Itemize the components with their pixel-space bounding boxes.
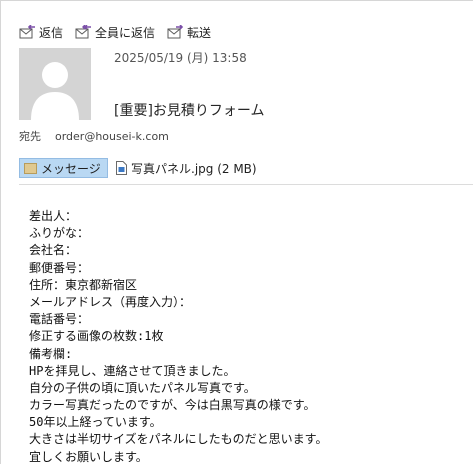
body-line: 差出人： <box>29 209 78 223</box>
reply-button[interactable]: 返信 <box>19 24 63 41</box>
reply-icon <box>19 25 35 39</box>
body-line: 郵便番号： <box>29 260 90 275</box>
reply-all-button[interactable]: 全員に返信 <box>75 24 155 41</box>
body-line: カラー写真だったのですが、今は白黒写真の様です。 <box>29 398 316 413</box>
message-subject: [重要]お見積りフォーム <box>114 103 265 119</box>
forward-icon <box>167 25 184 39</box>
body-line: HPを拝見し、連絡させて頂きました。 <box>29 363 236 378</box>
body-line: 備考欄: <box>29 346 73 361</box>
attachment-file[interactable]: 写真パネル.jpg (2 MB) <box>116 160 257 177</box>
attachment-bar: メッセージ 写真パネル.jpg (2 MB) <box>19 158 257 178</box>
header-divider <box>19 184 473 185</box>
mail-reading-pane: 返信 全員に返信 転送 2025/05/19 (月) 13:58 [重要]お見積… <box>0 0 473 464</box>
left-border <box>0 0 1 464</box>
reply-label: 返信 <box>39 25 64 40</box>
top-border <box>0 0 473 1</box>
forward-button[interactable]: 転送 <box>167 24 211 41</box>
person-icon <box>31 62 79 120</box>
sent-timestamp: 2025/05/19 (月) 13:58 <box>114 51 247 65</box>
body-line: 宜しくお願いします。 <box>29 449 148 464</box>
message-tab[interactable]: メッセージ <box>19 158 108 178</box>
recipient-address[interactable]: order@housei-k.com <box>55 130 169 143</box>
forward-label: 転送 <box>187 25 212 40</box>
body-line: メールアドレス（再度入力）： <box>29 294 192 309</box>
body-line: 自分の子供の頃に頂いたパネル写真です。 <box>29 380 256 395</box>
body-line: ふりがな： <box>29 226 90 241</box>
body-line: 50年以上経っています。 <box>29 415 162 430</box>
message-tab-label: メッセージ <box>41 161 101 176</box>
body-line: 住所：東京都新宿区 <box>29 277 138 292</box>
body-line: 大きさは半切サイズをパネルにしたものだと思います。 <box>29 432 328 447</box>
reply-all-icon <box>75 25 92 39</box>
attachment-file-label: 写真パネル.jpg (2 MB) <box>131 161 257 176</box>
message-toolbar: 返信 全員に返信 転送 <box>19 23 223 41</box>
to-label: 宛先 <box>19 130 41 143</box>
body-line: 修正する画像の枚数:1枚 <box>29 329 164 344</box>
reply-all-label: 全員に返信 <box>95 25 156 40</box>
recipient-row: 宛先 order@housei-k.com <box>19 128 169 144</box>
message-body: 差出人： ふりがな： 会社名： 郵便番号： 住所：東京都新宿区メールアドレス（再度入力）… <box>29 208 327 464</box>
image-file-icon <box>116 161 127 175</box>
body-line: 電話番号： <box>29 312 90 327</box>
envelope-icon <box>24 162 37 174</box>
sender-avatar <box>19 48 91 120</box>
body-line: 会社名： <box>29 243 78 258</box>
